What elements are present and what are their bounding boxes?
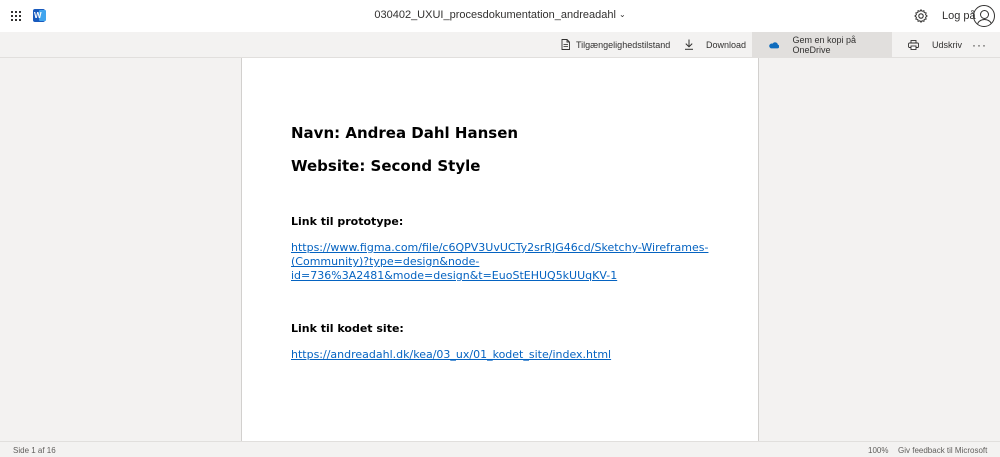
prototype-link-line[interactable]: https://www.figma.com/file/c6QPV3UvUCTy2… <box>291 241 708 255</box>
save-copy-onedrive-button[interactable]: Gem en kopi på OneDrive <box>752 32 892 57</box>
download-button[interactable]: Download <box>684 32 746 57</box>
sign-in-link[interactable]: Log på <box>942 10 976 22</box>
prototype-link-line[interactable]: id=736%3A2481&mode=design&t=EuoStEHUQ5kU… <box>291 269 708 283</box>
gear-icon[interactable] <box>914 9 928 23</box>
document-title-text[interactable]: 030402_UXUI_procesdokumentation_andreada… <box>374 9 616 21</box>
zoom-level[interactable]: 100% <box>868 446 888 455</box>
print-label: Udskriv <box>932 39 963 50</box>
site-label: Link til kodet site: <box>291 322 404 335</box>
heading-name: Navn: Andrea Dahl Hansen <box>291 124 519 142</box>
document-page: Navn: Andrea Dahl Hansen Website: Second… <box>241 58 759 441</box>
download-icon <box>685 39 693 50</box>
prototype-link[interactable]: https://www.figma.com/file/c6QPV3UvUCTy2… <box>291 241 708 283</box>
printer-icon <box>908 39 919 50</box>
prototype-label: Link til prototype: <box>291 215 404 228</box>
document-canvas[interactable]: Navn: Andrea Dahl Hansen Website: Second… <box>0 58 1000 441</box>
document-title[interactable]: 030402_UXUI_procesdokumentation_andreada… <box>0 9 1000 21</box>
onedrive-icon <box>769 41 780 48</box>
print-button[interactable]: Udskriv <box>908 32 962 57</box>
more-icon[interactable]: ··· <box>972 32 987 57</box>
feedback-link[interactable]: Giv feedback til Microsoft <box>898 446 987 455</box>
site-link[interactable]: https://andreadahl.dk/kea/03_ux/01_kodet… <box>291 348 611 362</box>
page-indicator: Side 1 af 16 <box>13 446 56 455</box>
save-copy-label: Gem en kopi på OneDrive <box>792 34 857 55</box>
chevron-down-icon[interactable]: ⌄ <box>619 10 626 19</box>
accessibility-icon <box>561 39 570 50</box>
status-bar: Side 1 af 16 100% Giv feedback til Micro… <box>0 441 1000 457</box>
heading-website: Website: Second Style <box>291 157 481 175</box>
prototype-link-line[interactable]: (Community)?type=design&node- <box>291 255 708 269</box>
accessibility-mode-button[interactable]: Tilgængelighedstilstand <box>561 32 670 57</box>
download-label: Download <box>706 39 747 50</box>
top-bar: W 030402_UXUI_procesdokumentation_andrea… <box>0 0 1000 32</box>
command-bar: Tilgængelighedstilstand Download Gem en … <box>0 32 1000 58</box>
accessibility-mode-label: Tilgængelighedstilstand <box>576 39 671 50</box>
avatar-icon[interactable] <box>973 5 995 27</box>
